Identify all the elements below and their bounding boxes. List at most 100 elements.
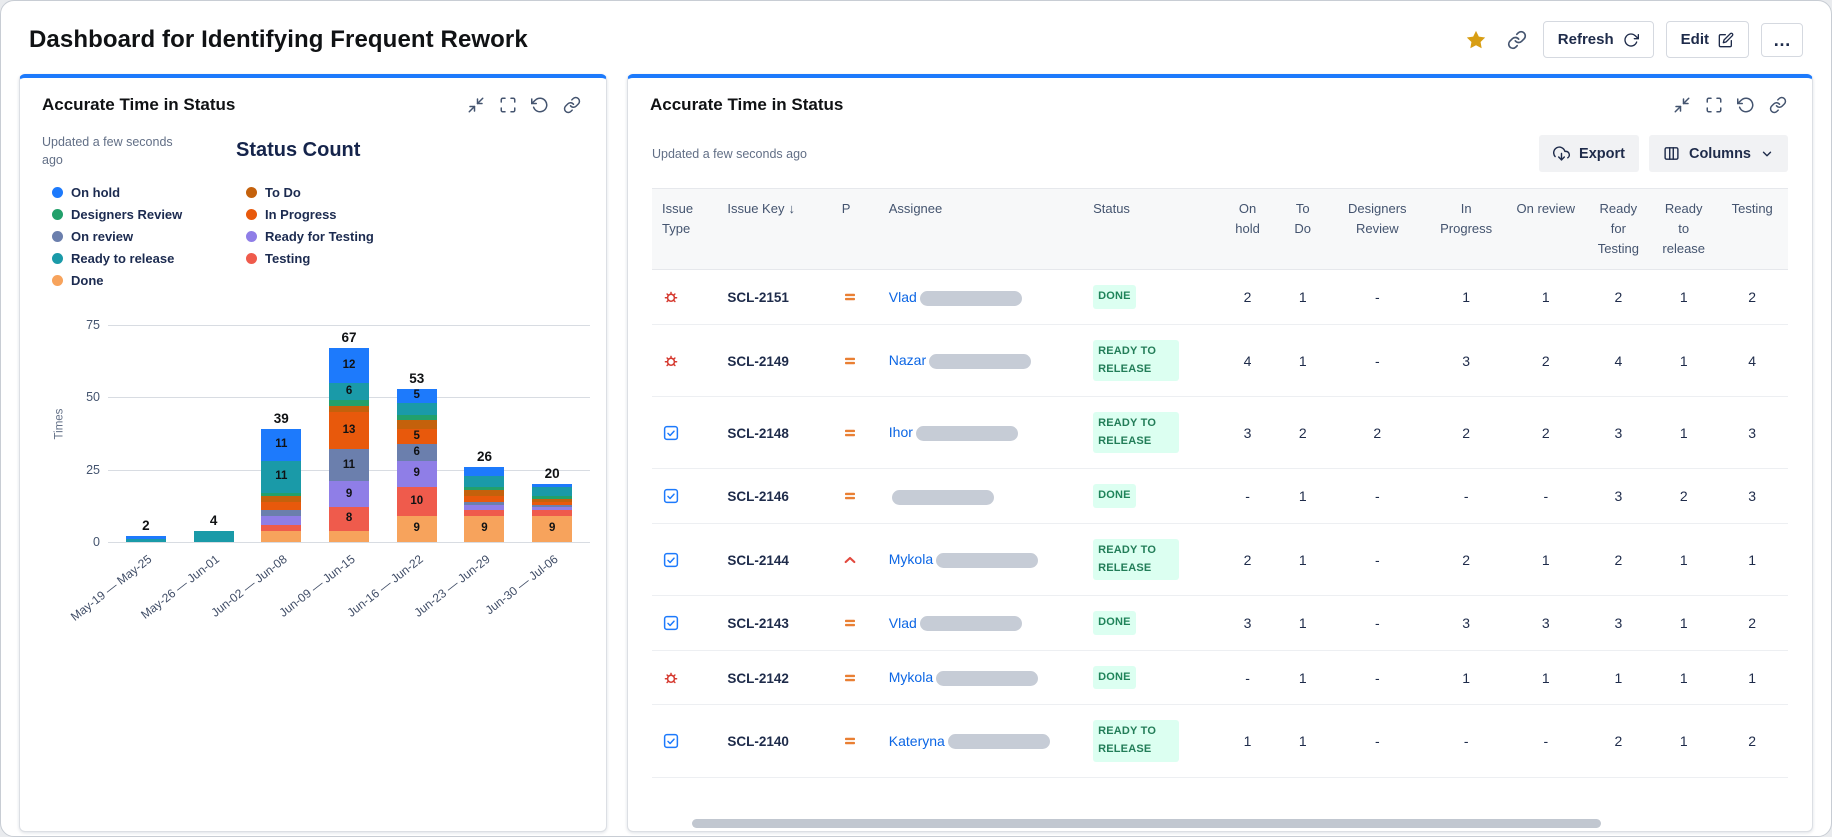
column-header-ready-for-testing[interactable]: Ready for Testing <box>1585 187 1652 271</box>
bar-segment: 5 <box>396 388 437 404</box>
column-header-issue-key[interactable]: Issue Key ↓ <box>717 187 832 271</box>
export-cloud-icon <box>1553 146 1571 161</box>
status-count-cell: 3 <box>1585 468 1652 524</box>
bar-segment: 5 <box>396 429 437 444</box>
panel-chart: Accurate Time in Status Updated a few se… <box>19 74 607 832</box>
refresh-button[interactable]: Refresh <box>1542 21 1654 58</box>
segment-value-label: 11 <box>275 438 288 451</box>
scrollbar-thumb[interactable] <box>692 819 1601 828</box>
assignee-link[interactable]: Mykola <box>889 669 933 685</box>
status-count-cell: - <box>1426 468 1506 524</box>
bar-segment: 11 <box>261 461 302 493</box>
edit-button-label: Edit <box>1680 31 1709 48</box>
export-button[interactable]: Export <box>1539 135 1639 172</box>
status-count-cell: 1 <box>1277 595 1329 651</box>
assignee-link[interactable]: Ihor <box>889 424 913 440</box>
bug-icon <box>664 355 678 366</box>
column-header-in-progress[interactable]: In Progress <box>1426 187 1506 271</box>
status-count-cell: 1 <box>1716 650 1788 706</box>
column-header-status[interactable]: Status <box>1083 187 1218 271</box>
segment-value-label: 5 <box>413 389 420 402</box>
status-count-cell: 4 <box>1217 324 1278 398</box>
issue-key: SCL-2142 <box>727 670 789 686</box>
gadget-link-icon[interactable] <box>1766 93 1790 117</box>
status-count-cell: 1 <box>1585 650 1652 706</box>
redacted-text <box>936 670 1039 686</box>
legend-item[interactable]: Ready to release <box>52 251 220 266</box>
legend-item[interactable]: Done <box>52 273 220 288</box>
legend-item[interactable]: Testing <box>246 251 374 266</box>
share-link-icon[interactable] <box>1503 26 1531 54</box>
column-header-designers-review[interactable]: Designers Review <box>1328 187 1427 271</box>
bar: 4 <box>180 513 248 543</box>
edit-button[interactable]: Edit <box>1665 21 1749 58</box>
legend-item[interactable]: Designers Review <box>52 207 220 222</box>
table-row: SCL-2149 Nazar READY TO RELEASE 4 1-3 2 4 1 4 <box>652 324 1788 398</box>
bar-segment <box>396 420 437 430</box>
legend-item[interactable]: On review <box>52 229 220 244</box>
status-badge: READY TO RELEASE <box>1093 412 1180 454</box>
bar-total-label: 26 <box>476 448 492 464</box>
fullscreen-icon[interactable] <box>496 93 520 117</box>
segment-value-label: 5 <box>413 429 420 442</box>
status-count-cell: 1 <box>1651 324 1717 398</box>
status-count-cell: 3 <box>1217 595 1278 651</box>
status-count-cell: 1 <box>1277 269 1329 326</box>
assignee-link[interactable]: Vlad <box>889 615 917 631</box>
gadget-link-icon[interactable] <box>560 93 584 117</box>
column-header-issue-type[interactable]: Issue Type <box>652 187 718 271</box>
collapse-icon[interactable] <box>464 93 488 117</box>
legend-dot <box>52 231 63 243</box>
legend-item[interactable]: In Progress <box>246 207 374 222</box>
bar-segment: 6 <box>396 443 437 462</box>
column-header-to-do[interactable]: To Do <box>1277 187 1329 271</box>
legend-item[interactable]: On hold <box>52 185 220 200</box>
chart-updated-text: Updated a few seconds ago <box>42 135 173 168</box>
status-count-cell: 2 <box>1585 269 1652 326</box>
redacted-text <box>936 552 1039 568</box>
more-options-button[interactable]: … <box>1761 22 1803 57</box>
segment-value-label: 9 <box>481 522 488 535</box>
priority-medium-icon <box>844 492 855 500</box>
column-header-p[interactable]: P <box>831 187 879 271</box>
status-count-cell: 1 <box>1277 324 1329 398</box>
bar-segment: 13 <box>329 411 370 450</box>
bar-segment <box>193 530 234 543</box>
column-header-testing[interactable]: Testing <box>1716 187 1788 271</box>
assignee-link[interactable]: Kateryna <box>889 733 945 749</box>
refresh-icon <box>1624 32 1639 47</box>
legend-item[interactable]: To Do <box>246 185 374 200</box>
column-header-assignee[interactable]: Assignee <box>878 187 1084 271</box>
legend-item[interactable]: Ready for Testing <box>246 229 374 244</box>
bar-segment <box>464 466 505 476</box>
status-count-cell: - <box>1505 704 1586 778</box>
status-count-cell: 2 <box>1426 523 1506 597</box>
reload-gadget-icon[interactable] <box>528 93 552 117</box>
table-row: SCL-2140 Kateryna READY TO RELEASE 1 1- - -2 1 2 <box>652 704 1788 778</box>
status-count-cell: 3 <box>1716 468 1788 524</box>
assignee-link[interactable]: Vlad <box>889 289 917 305</box>
collapse-icon[interactable] <box>1670 93 1694 117</box>
column-header-ready-to-release[interactable]: Ready to release <box>1651 187 1717 271</box>
panels-row: Accurate Time in Status Updated a few se… <box>1 72 1831 836</box>
bar-segment: 9 <box>329 481 370 508</box>
task-icon <box>663 733 679 749</box>
header-actions: Refresh Edit … <box>1461 21 1803 58</box>
column-header-on-review[interactable]: On review <box>1505 187 1586 271</box>
panel-table: Accurate Time in Status Updated a few se… <box>627 74 1813 832</box>
bar-segment <box>261 530 302 543</box>
bar: 39 11 11 <box>247 411 315 543</box>
assignee-link[interactable]: Nazar <box>889 352 926 368</box>
fullscreen-icon[interactable] <box>1702 93 1726 117</box>
bars-container: 2 4 39 11 11 67 8 9 11 13 6 12 53 9 10 9 6 5 5 26 9 20 9 <box>108 310 590 543</box>
horizontal-scrollbar[interactable] <box>652 819 1788 828</box>
status-count-cell: 2 <box>1217 523 1278 597</box>
column-header-on-hold[interactable]: On hold <box>1217 187 1278 271</box>
status-count-cell: 4 <box>1716 324 1788 398</box>
favorite-star-icon[interactable] <box>1461 25 1491 55</box>
status-count-cell: 2 <box>1328 396 1427 470</box>
columns-button[interactable]: Columns <box>1648 135 1788 172</box>
status-count-cell: - <box>1505 468 1586 524</box>
assignee-link[interactable]: Mykola <box>889 551 933 567</box>
reload-gadget-icon[interactable] <box>1734 93 1758 117</box>
